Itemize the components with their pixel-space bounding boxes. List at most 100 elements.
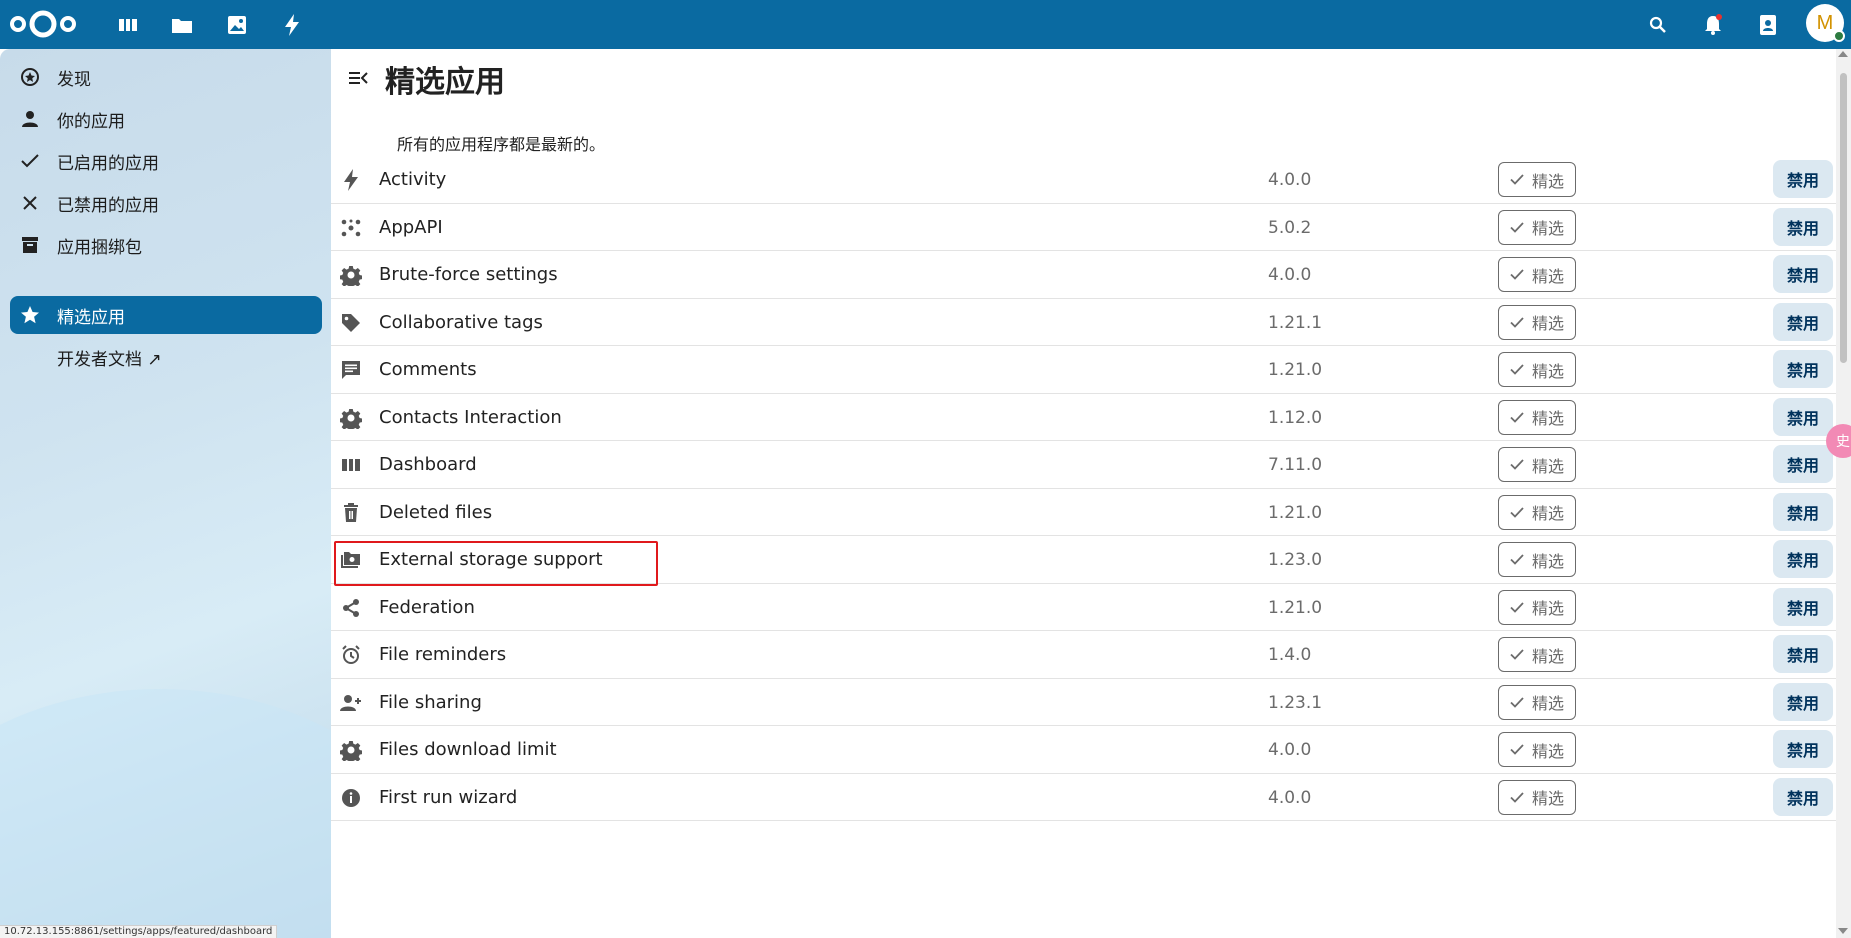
app-row[interactable]: Collaborative tags 1.21.1 精选 禁用 <box>331 299 1837 346</box>
app-name[interactable]: Collaborative tags <box>379 312 543 333</box>
app-row[interactable]: AppAPI 5.0.2 精选 禁用 <box>331 204 1837 251</box>
user-plus-icon <box>339 691 363 715</box>
disable-button[interactable]: 禁用 <box>1773 682 1833 721</box>
search-icon[interactable] <box>1643 10 1673 40</box>
sidebar-item-developer-docs[interactable]: 开发者文档 ↗ <box>10 338 322 376</box>
toggle-navigation-icon[interactable] <box>345 65 371 91</box>
disable-button[interactable]: 禁用 <box>1773 635 1833 673</box>
sidebar-item-disabled-apps[interactable]: 已禁用的应用 <box>10 184 322 222</box>
gear-icon <box>339 738 363 762</box>
app-name[interactable]: Brute-force settings <box>379 264 558 285</box>
sidebar-item-label: 发现 <box>57 69 91 90</box>
check-icon <box>1510 693 1524 712</box>
featured-badge-label: 精选 <box>1531 599 1564 618</box>
app-name[interactable]: Comments <box>379 359 477 380</box>
app-name[interactable]: Federation <box>379 597 475 618</box>
featured-badge-label: 精选 <box>1531 314 1564 333</box>
app-name[interactable]: Contacts Interaction <box>379 407 562 428</box>
disable-button[interactable]: 禁用 <box>1773 445 1833 483</box>
sidebar-item-label: 精选应用 <box>57 307 125 328</box>
check-icon <box>1510 455 1524 474</box>
disable-button[interactable]: 禁用 <box>1773 587 1833 626</box>
app-name[interactable]: Files download limit <box>379 739 557 760</box>
check-icon <box>1510 408 1524 427</box>
disable-button[interactable]: 禁用 <box>1773 350 1833 388</box>
check-icon <box>1510 645 1524 664</box>
activity-app-icon[interactable] <box>277 10 307 40</box>
disable-button[interactable]: 禁用 <box>1773 397 1833 436</box>
app-row[interactable]: First run wizard 4.0.0 精选 禁用 <box>331 774 1837 821</box>
app-row[interactable]: Federation 1.21.0 精选 禁用 <box>331 584 1837 631</box>
comment-icon <box>339 358 363 382</box>
app-name[interactable]: AppAPI <box>379 217 443 238</box>
disable-button[interactable]: 禁用 <box>1773 160 1833 198</box>
app-row[interactable]: Activity 4.0.0 精选 禁用 <box>331 156 1837 204</box>
status-bar-url: 10.72.13.155:8861/settings/apps/featured… <box>0 925 278 938</box>
featured-badge: 精选 <box>1498 732 1576 767</box>
share-icon <box>339 596 363 620</box>
app-row[interactable]: External storage support 1.23.0 精选 禁用 <box>331 536 1837 586</box>
main-content: 精选应用 所有的应用程序都是最新的。 Activity 4.0.0 精选 禁用 AppA… <box>331 49 1851 938</box>
featured-badge-label: 精选 <box>1531 504 1564 523</box>
featured-badge-label: 精选 <box>1531 171 1564 191</box>
disable-button[interactable]: 禁用 <box>1773 540 1833 578</box>
nextcloud-logo-icon[interactable] <box>8 6 78 42</box>
disable-button[interactable]: 禁用 <box>1773 777 1833 816</box>
discover-icon <box>19 66 41 88</box>
check-icon <box>19 150 41 172</box>
check-icon <box>1510 598 1524 617</box>
sidebar-item-app-bundles[interactable]: 应用捆绑包 <box>10 226 322 264</box>
disable-button[interactable]: 禁用 <box>1773 730 1833 768</box>
blank-icon-spacer <box>19 346 41 368</box>
dashboard-app-icon[interactable] <box>113 10 143 40</box>
sidebar-item-label: 已启用的应用 <box>57 153 159 174</box>
app-name[interactable]: Dashboard <box>379 454 477 475</box>
featured-badge: 精选 <box>1498 589 1576 625</box>
disable-button[interactable]: 禁用 <box>1773 302 1833 341</box>
disable-button[interactable]: 禁用 <box>1773 492 1833 531</box>
info-icon <box>339 786 363 810</box>
featured-badge-label: 精选 <box>1531 409 1564 428</box>
disable-button[interactable]: 禁用 <box>1773 255 1833 293</box>
scroll-up-icon[interactable] <box>1838 51 1848 57</box>
app-row[interactable]: File sharing 1.23.1 精选 禁用 <box>331 679 1837 726</box>
lightning-icon <box>339 168 363 192</box>
alarm-icon <box>339 643 363 667</box>
app-name[interactable]: First run wizard <box>379 787 517 808</box>
app-row[interactable]: Dashboard 7.11.0 精选 禁用 <box>331 441 1837 489</box>
app-row[interactable]: Deleted files 1.21.0 精选 禁用 <box>331 489 1837 536</box>
app-row[interactable]: Comments 1.21.0 精选 禁用 <box>331 346 1837 394</box>
featured-badge: 精选 <box>1498 447 1576 482</box>
featured-badge: 精选 <box>1498 257 1576 292</box>
sidebar-item-discover[interactable]: 发现 <box>10 58 322 96</box>
app-row[interactable]: Files download limit 4.0.0 精选 禁用 <box>331 726 1837 774</box>
check-icon <box>1510 740 1524 759</box>
photos-app-icon[interactable] <box>222 10 252 40</box>
app-row[interactable]: Brute-force settings 4.0.0 精选 禁用 <box>331 251 1837 299</box>
check-icon <box>1510 503 1524 522</box>
featured-badge-label: 精选 <box>1531 646 1564 666</box>
sidebar-item-your-apps[interactable]: 你的应用 <box>10 100 322 138</box>
sidebar-item-label: 开发者文档 ↗ <box>57 349 162 370</box>
app-row[interactable]: File reminders 1.4.0 精选 禁用 <box>331 631 1837 679</box>
notifications-icon[interactable] <box>1698 10 1728 40</box>
sidebar-item-featured-apps[interactable]: 精选应用 <box>10 296 322 334</box>
app-name[interactable]: Activity <box>379 169 446 190</box>
disable-button[interactable]: 禁用 <box>1773 207 1833 246</box>
app-name[interactable]: Deleted files <box>379 502 492 523</box>
featured-badge-label: 精选 <box>1531 789 1564 808</box>
avatar-letter: M <box>1816 11 1834 34</box>
app-version: 1.21.0 <box>1268 502 1323 523</box>
app-row[interactable]: Contacts Interaction 1.12.0 精选 禁用 <box>331 394 1837 441</box>
contacts-icon[interactable] <box>1753 10 1783 40</box>
app-name[interactable]: File reminders <box>379 644 506 665</box>
vertical-scrollbar[interactable] <box>1836 49 1851 938</box>
scroll-thumb[interactable] <box>1840 73 1847 363</box>
featured-badge-label: 精选 <box>1531 266 1564 286</box>
sidebar-item-enabled-apps[interactable]: 已启用的应用 <box>10 142 322 180</box>
files-app-icon[interactable] <box>167 10 197 40</box>
app-name[interactable]: File sharing <box>379 692 482 713</box>
scroll-down-icon[interactable] <box>1838 928 1848 934</box>
update-status-message: 所有的应用程序都是最新的。 <box>397 135 606 154</box>
app-version: 1.21.1 <box>1268 312 1323 333</box>
